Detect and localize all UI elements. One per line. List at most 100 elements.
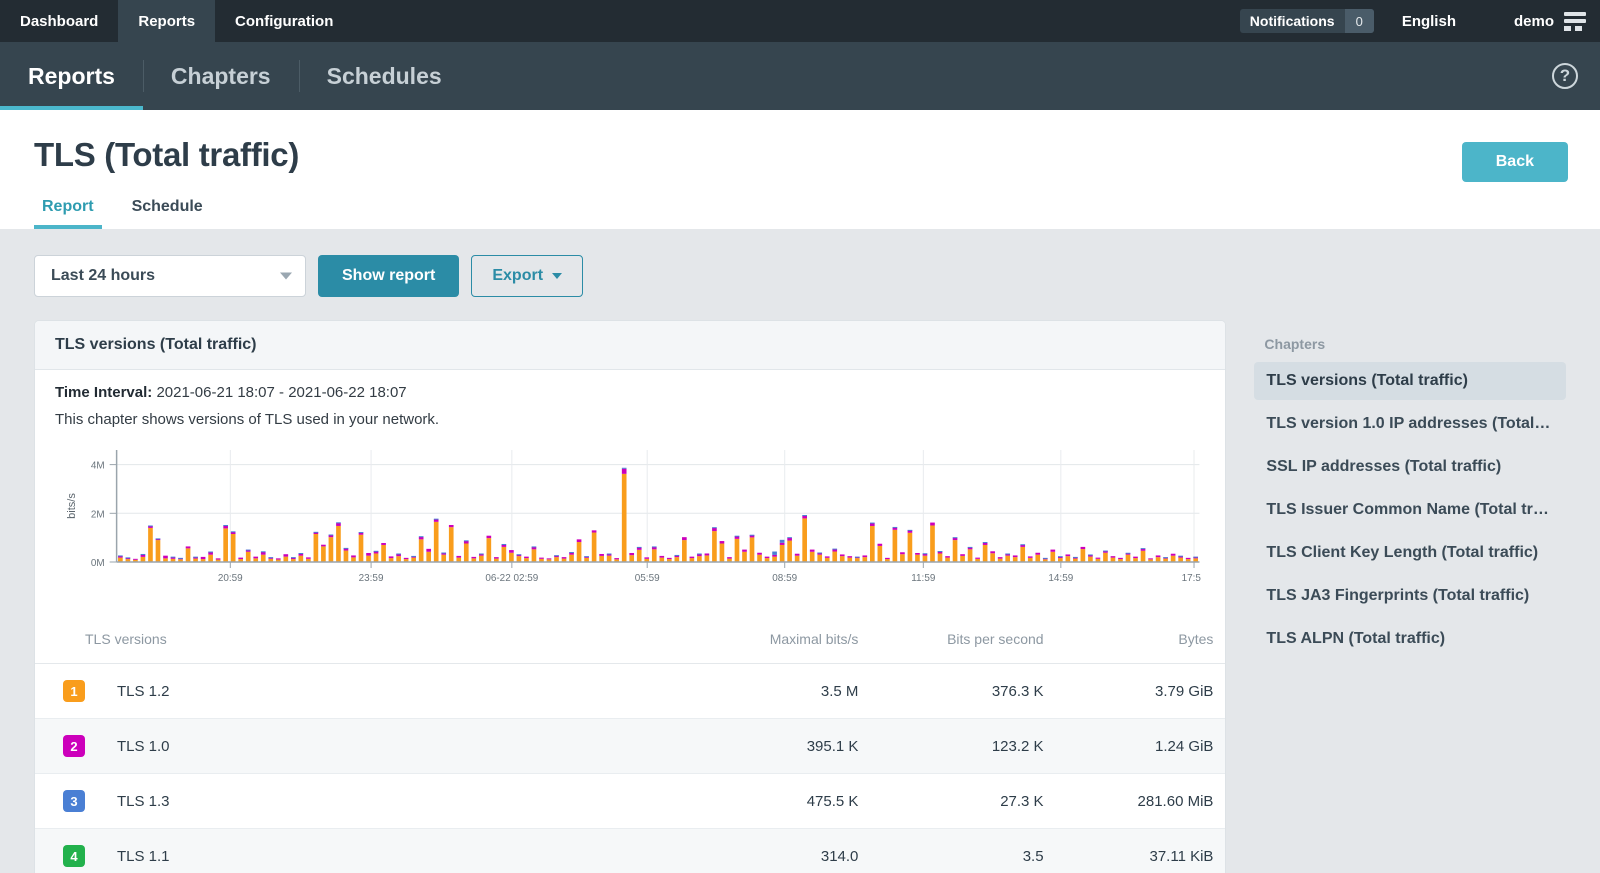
column-header-bytes: Bytes <box>1056 615 1226 664</box>
table-row[interactable]: 2TLS 1.0395.1 K123.2 K1.24 GiB <box>35 719 1225 774</box>
row-maximal-bits: 395.1 K <box>675 719 870 774</box>
chapter-card-body: Time Interval: 2021-06-21 18:07 - 2021-0… <box>35 370 1225 601</box>
svg-text:11:59: 11:59 <box>911 573 936 584</box>
svg-text:2M: 2M <box>91 509 105 520</box>
svg-text:4M: 4M <box>91 461 105 472</box>
rank-badge: 3 <box>63 790 85 812</box>
chapters-title: Chapters <box>1254 330 1566 362</box>
svg-text:08:59: 08:59 <box>772 573 797 584</box>
nav-label: Reports <box>138 13 195 30</box>
row-bytes: 1.24 GiB <box>1056 719 1226 774</box>
nav-item-configuration[interactable]: Configuration <box>215 0 353 42</box>
chapter-item-1[interactable]: TLS version 1.0 IP addresses (Total… <box>1254 405 1566 443</box>
row-bits-per-second: 27.3 K <box>870 774 1055 829</box>
help-icon[interactable]: ? <box>1552 63 1578 89</box>
table-row[interactable]: 4 TLS 1.1314.03.537.11 KiB <box>35 829 1225 873</box>
chapter-item-5[interactable]: TLS JA3 Fingerprints (Total traffic) <box>1254 577 1566 615</box>
row-maximal-bits: 314.0 <box>675 829 870 873</box>
tab-schedule[interactable]: Schedule <box>124 198 211 229</box>
row-bytes: 281.60 MiB <box>1056 774 1226 829</box>
nav-item-dashboard[interactable]: Dashboard <box>0 0 118 42</box>
page-tabs: Report Schedule <box>34 198 1566 229</box>
subnav-item-schedules[interactable]: Schedules <box>299 42 470 110</box>
chevron-down-icon <box>552 273 562 279</box>
row-bits-per-second: 3.5 <box>870 829 1055 873</box>
chapter-item-6[interactable]: TLS ALPN (Total traffic) <box>1254 620 1566 658</box>
header-right-group: Notifications 0 English demo <box>1240 0 1600 42</box>
table-head: TLS versions Maximal bits/s Bits per sec… <box>35 615 1225 664</box>
table-row[interactable]: 1TLS 1.23.5 M376.3 K3.79 GiB <box>35 664 1225 719</box>
chapter-item-0[interactable]: TLS versions (Total traffic) <box>1254 362 1566 400</box>
chapter-description: This chapter shows versions of TLS used … <box>55 411 1205 428</box>
row-maximal-bits: 3.5 M <box>675 664 870 719</box>
rank-badge-cell: 4 <box>35 829 117 873</box>
row-name: TLS 1.1 <box>117 829 675 873</box>
subnav-label: Schedules <box>327 63 442 90</box>
tab-label: Schedule <box>132 198 203 215</box>
page-title-section: TLS (Total traffic) Back Report Schedule <box>0 110 1600 229</box>
tls-versions-table: TLS versions Maximal bits/s Bits per sec… <box>35 615 1225 873</box>
svg-text:17:59: 17:59 <box>1182 573 1202 584</box>
chapters-list: TLS versions (Total traffic) TLS version … <box>1254 362 1566 658</box>
row-maximal-bits: 475.5 K <box>675 774 870 829</box>
back-button[interactable]: Back <box>1462 142 1568 182</box>
nav-label: Configuration <box>235 13 333 30</box>
page-title: TLS (Total traffic) <box>34 136 1566 174</box>
nav-item-reports[interactable]: Reports <box>118 0 215 42</box>
time-interval-value: 2021-06-21 18:07 - 2021-06-22 18:07 <box>156 384 406 401</box>
subnav-item-reports[interactable]: Reports <box>0 42 143 110</box>
svg-text:06-22 02:59: 06-22 02:59 <box>485 573 538 584</box>
help-glyph: ? <box>1560 66 1570 86</box>
table-row[interactable]: 3 TLS 1.3475.5 K27.3 K281.60 MiB <box>35 774 1225 829</box>
export-label: Export <box>492 267 543 285</box>
svg-text:bits/s: bits/s <box>66 493 78 519</box>
svg-text:0M: 0M <box>91 558 105 569</box>
rank-badge: 1 <box>63 680 85 702</box>
rank-badge: 2 <box>63 735 85 757</box>
hamburger-icon[interactable] <box>1564 11 1586 31</box>
primary-nav: Dashboard Reports Configuration <box>0 0 353 42</box>
chapter-item-3[interactable]: TLS Issuer Common Name (Total tr… <box>1254 491 1566 529</box>
notifications-button[interactable]: Notifications 0 <box>1240 9 1374 33</box>
notifications-label: Notifications <box>1240 9 1345 33</box>
subnav-item-chapters[interactable]: Chapters <box>143 42 299 110</box>
rank-badge-cell: 3 <box>35 774 117 829</box>
row-name: TLS 1.0 <box>117 719 675 774</box>
svg-text:14:59: 14:59 <box>1048 573 1073 584</box>
content-area: Last 24 hours Show report Export <box>0 229 1600 297</box>
secondary-nav: Reports Chapters Schedules ? <box>0 42 1600 110</box>
chapter-item-2[interactable]: SSL IP addresses (Total traffic) <box>1254 448 1566 486</box>
hamburger-bar <box>1564 12 1586 16</box>
language-selector[interactable]: English <box>1402 13 1456 30</box>
time-interval-row: Time Interval: 2021-06-21 18:07 - 2021-0… <box>55 384 1205 401</box>
rank-badge-cell: 2 <box>35 719 117 774</box>
subnav-label: Chapters <box>171 63 271 90</box>
nav-label: Dashboard <box>20 13 98 30</box>
main-region: TLS versions (Total traffic) Time Interv… <box>0 297 1600 873</box>
svg-text:20:59: 20:59 <box>218 573 243 584</box>
traffic-chart: 0M2M4M20:5923:5906-22 02:5905:5908:5911:… <box>55 428 1205 601</box>
report-toolbar: Last 24 hours Show report Export <box>34 255 1566 297</box>
column-header-bits-per-second: Bits per second <box>870 615 1055 664</box>
show-report-button[interactable]: Show report <box>318 255 459 297</box>
hamburger-dots <box>1564 26 1586 31</box>
export-button[interactable]: Export <box>471 255 583 297</box>
rank-badge: 4 <box>63 845 85 867</box>
chapter-card: TLS versions (Total traffic) Time Interv… <box>34 320 1226 873</box>
user-menu[interactable]: demo <box>1514 13 1554 30</box>
table-header-row: TLS versions Maximal bits/s Bits per sec… <box>35 615 1225 664</box>
row-bytes: 37.11 KiB <box>1056 829 1226 873</box>
chapter-item-4[interactable]: TLS Client Key Length (Total traffic) <box>1254 534 1566 572</box>
row-name: TLS 1.3 <box>117 774 675 829</box>
tab-report[interactable]: Report <box>34 198 102 229</box>
chart-svg: 0M2M4M20:5923:5906-22 02:5905:5908:5911:… <box>59 444 1201 599</box>
time-interval-label: Time Interval: <box>55 384 152 401</box>
chapter-card-title: TLS versions (Total traffic) <box>35 321 1225 370</box>
tab-label: Report <box>42 198 94 215</box>
column-header-name: TLS versions <box>35 615 675 664</box>
rank-badge-cell: 1 <box>35 664 117 719</box>
subnav-label: Reports <box>28 63 115 90</box>
column-header-max-bits: Maximal bits/s <box>675 615 870 664</box>
time-range-select[interactable]: Last 24 hours <box>34 255 306 297</box>
row-name: TLS 1.2 <box>117 664 675 719</box>
